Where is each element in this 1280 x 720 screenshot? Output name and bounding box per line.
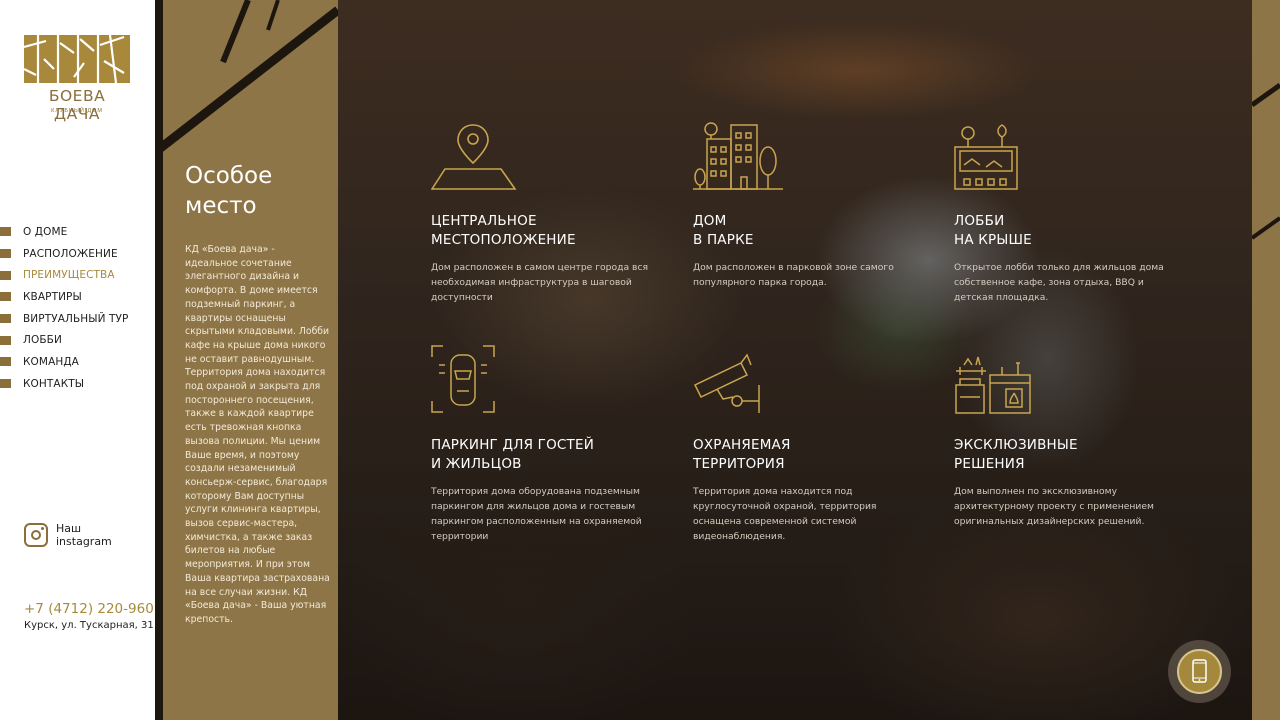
feature-parking: ПАРКИНГ ДЛЯ ГОСТЕЙ И ЖИЛЬЦОВ Территория … <box>431 345 661 544</box>
logo[interactable]: БОЕВА ДАЧА КЛУБНЫЙ ДОМ <box>23 33 130 123</box>
location-pin-icon <box>430 124 517 190</box>
house-park-icon <box>693 122 783 190</box>
feature-description: Территория дома находится под круглосуто… <box>693 486 877 542</box>
feature-description: Территория дома оборудована подземным па… <box>431 486 642 542</box>
feature-title-line: МЕСТОПОЛОЖЕНИЕ <box>431 232 576 248</box>
divider-stripe <box>155 0 163 720</box>
intro-panel: Особое место КД «Боева дача» - идеальное… <box>163 0 338 720</box>
feature-title-line: НА КРЫШЕ <box>954 232 1032 248</box>
call-button-inner <box>1177 649 1222 694</box>
feature-description: Дом выполнен по эксклюзивному архитектур… <box>954 486 1154 527</box>
call-button[interactable] <box>1168 640 1231 703</box>
feature-title-line: РЕШЕНИЯ <box>954 456 1025 472</box>
feature-rooftop-lobby: ЛОББИ НА КРЫШЕ Открытое лобби только для… <box>954 121 1184 305</box>
feature-house-in-park: ДОМ В ПАРКЕ Дом расположен в парковой зо… <box>693 121 923 290</box>
nav-item-label: КОНТАКТЫ <box>23 377 85 390</box>
feature-description: Дом расположен в самом центре города вся… <box>431 262 649 303</box>
feature-title-line: ТЕРРИТОРИЯ <box>693 456 785 472</box>
feature-central-location: ЦЕНТРАЛЬНОЕ МЕСТОПОЛОЖЕНИЕ Дом расположе… <box>430 121 661 305</box>
nav-item-label: КОМАНДА <box>23 355 79 368</box>
nav-item-location[interactable]: РАСПОЛОЖЕНИЕ <box>0 243 155 265</box>
nav-bullet <box>0 292 11 302</box>
nav-item-virtual-tour[interactable]: ВИРТУАЛЬНЫЙ ТУР <box>0 308 155 330</box>
instagram-link[interactable]: Наш instagram <box>24 522 126 548</box>
nav-item-apartments[interactable]: КВАРТИРЫ <box>0 286 155 308</box>
interior-design-icon <box>955 356 1031 414</box>
nav-bullet <box>0 249 11 259</box>
sidebar: БОЕВА ДАЧА КЛУБНЫЙ ДОМ О ДОМЕ РАСПОЛОЖЕН… <box>0 0 155 720</box>
address: Курск, ул. Тускарная, 31 <box>24 620 154 631</box>
brand-name: БОЕВА ДАЧА <box>48 87 106 123</box>
decorative-lines <box>163 0 338 152</box>
feature-title-line: В ПАРКЕ <box>693 232 754 248</box>
feature-title-line: ЦЕНТРАЛЬНОЕ <box>431 213 537 229</box>
feature-description: Открытое лобби только для жильцов дома с… <box>954 262 1164 303</box>
feature-title-line: ДОМ <box>693 213 727 229</box>
rooftop-lobby-icon <box>954 124 1018 190</box>
phone-number[interactable]: +7 (4712) 220-960 <box>24 601 154 617</box>
nav-bullet <box>0 270 11 280</box>
logo-mark-icon <box>23 34 130 84</box>
panel-title: Особое место <box>185 163 273 219</box>
nav-item-label: О ДОМЕ <box>23 225 68 238</box>
instagram-icon <box>24 523 48 547</box>
nav-item-label: РАСПОЛОЖЕНИЕ <box>23 247 118 260</box>
nav-item-label: ПРЕИМУЩЕСТВА <box>23 269 115 282</box>
right-stripe <box>1250 0 1280 720</box>
nav-item-label: ВИРТУАЛЬНЫЙ ТУР <box>23 312 129 325</box>
feature-description: Дом расположен в парковой зоне самого по… <box>693 262 894 288</box>
parking-car-icon <box>431 345 495 413</box>
feature-guarded-territory: ОХРАНЯЕМАЯ ТЕРРИТОРИЯ Территория дома на… <box>693 345 923 544</box>
nav-bullet <box>0 227 11 237</box>
nav-item-about[interactable]: О ДОМЕ <box>0 221 155 243</box>
nav-item-contacts[interactable]: КОНТАКТЫ <box>0 373 155 395</box>
feature-title-line: ОХРАНЯЕМАЯ <box>693 437 791 453</box>
nav-bullet <box>0 314 11 324</box>
right-stripe-decoration <box>1250 82 1280 240</box>
main-nav: О ДОМЕ РАСПОЛОЖЕНИЕ ПРЕИМУЩЕСТВА КВАРТИР… <box>0 221 155 395</box>
nav-item-team[interactable]: КОМАНДА <box>0 351 155 373</box>
feature-title-line: ЛОББИ <box>954 213 1005 229</box>
nav-item-lobby[interactable]: ЛОББИ <box>0 329 155 351</box>
feature-title-line: ПАРКИНГ ДЛЯ ГОСТЕЙ <box>431 437 595 453</box>
nav-bullet <box>0 335 11 345</box>
feature-title-line: И ЖИЛЬЦОВ <box>431 456 522 472</box>
feature-exclusive-solutions: ЭКСКЛЮЗИВНЫЕ РЕШЕНИЯ Дом выполнен по экс… <box>954 345 1184 529</box>
security-camera-icon <box>693 353 760 413</box>
feature-title-line: ЭКСКЛЮЗИВНЫЕ <box>954 437 1078 453</box>
panel-text: КД «Боева дача» - идеальное сочетание эл… <box>185 244 330 625</box>
nav-bullet <box>0 357 11 367</box>
nav-item-advantages[interactable]: ПРЕИМУЩЕСТВА <box>0 264 155 286</box>
nav-item-label: КВАРТИРЫ <box>23 290 82 303</box>
nav-item-label: ЛОББИ <box>23 334 62 347</box>
instagram-label: Наш instagram <box>56 522 112 548</box>
nav-bullet <box>0 379 11 389</box>
mobile-phone-icon <box>1192 659 1207 683</box>
brand-subtitle: КЛУБНЫЙ ДОМ <box>51 108 103 114</box>
